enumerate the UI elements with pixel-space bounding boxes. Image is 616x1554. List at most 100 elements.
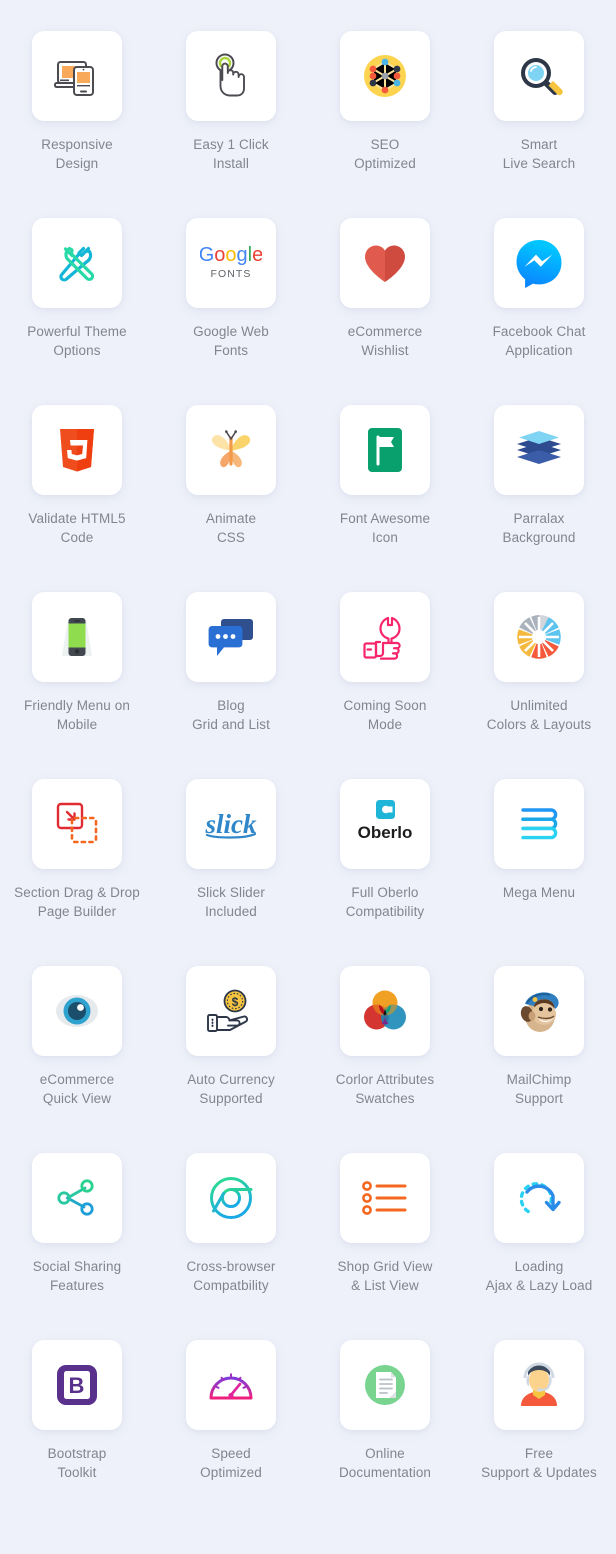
feature-label: Shop Grid View & List View xyxy=(337,1259,433,1293)
feature-label: eCommerce Quick View xyxy=(39,1072,115,1106)
feature-label: Corlor Attributes Swatches xyxy=(335,1072,435,1106)
feature-label: Parralax Background xyxy=(502,511,576,545)
feature-cell[interactable]: Facebook Chat Application xyxy=(462,218,616,405)
feature-cell[interactable]: Parralax Background xyxy=(462,405,616,592)
feature-label: Google Web Fonts xyxy=(193,324,269,358)
feature-cell[interactable]: eCommerce Wishlist xyxy=(308,218,462,405)
feature-label: Mega Menu xyxy=(502,885,576,900)
features-grid: Responsive Design Easy 1 Click Install S… xyxy=(0,0,616,1527)
feature-label: Blog Grid and List xyxy=(192,698,270,732)
feature-label: Online Documentation xyxy=(338,1446,432,1480)
document-page-icon[interactable] xyxy=(340,1340,430,1430)
screwdriver-wrench-tools-icon[interactable] xyxy=(32,218,122,308)
seo-network-nodes-icon[interactable] xyxy=(340,31,430,121)
feature-cell[interactable]: Online Documentation xyxy=(308,1340,462,1527)
feature-label: Coming Soon Mode xyxy=(343,698,427,732)
google-fonts-logo-icon[interactable]: Google FONTS xyxy=(186,218,276,308)
share-nodes-icon[interactable] xyxy=(32,1153,122,1243)
color-swatch-circles-icon[interactable] xyxy=(340,966,430,1056)
feature-label: Auto Currency Supported xyxy=(187,1072,275,1106)
feature-cell[interactable]: Coming Soon Mode xyxy=(308,592,462,779)
feature-cell[interactable]: B Bootstrap Toolkit xyxy=(0,1340,154,1527)
feature-cell[interactable]: Section Drag & Drop Page Builder xyxy=(0,779,154,966)
feature-cell[interactable]: Easy 1 Click Install xyxy=(154,31,308,218)
feature-cell[interactable]: Blog Grid and List xyxy=(154,592,308,779)
feature-label: Font Awesome Icon xyxy=(339,511,431,545)
thumb-up-wrench-icon[interactable] xyxy=(340,592,430,682)
feature-label: Validate HTML5 Code xyxy=(28,511,126,545)
feature-label: Friendly Menu on Mobile xyxy=(24,698,130,732)
magnifier-search-icon[interactable] xyxy=(494,31,584,121)
chat-bubbles-blog-icon[interactable] xyxy=(186,592,276,682)
feature-cell[interactable]: eCommerce Quick View xyxy=(0,966,154,1153)
feature-cell[interactable]: Oberlo Full Oberlo Compatibility xyxy=(308,779,462,966)
svg-text:Oberlo: Oberlo xyxy=(358,823,413,842)
drag-drop-section-icon[interactable] xyxy=(32,779,122,869)
color-wheel-icon[interactable] xyxy=(494,592,584,682)
bootstrap-logo-icon[interactable]: B xyxy=(32,1340,122,1430)
mobile-phone-menu-icon[interactable] xyxy=(32,592,122,682)
feature-cell[interactable]: Unlimited Colors & Layouts xyxy=(462,592,616,779)
feature-label: Loading Ajax & Lazy Load xyxy=(485,1259,593,1293)
feature-cell[interactable]: Loading Ajax & Lazy Load xyxy=(462,1153,616,1340)
feature-label: Speed Optimized xyxy=(200,1446,262,1480)
feature-cell[interactable]: Font Awesome Icon xyxy=(308,405,462,592)
feature-cell[interactable]: Shop Grid View & List View xyxy=(308,1153,462,1340)
feature-cell[interactable]: SEO Optimized xyxy=(308,31,462,218)
feature-label: eCommerce Wishlist xyxy=(347,324,423,358)
feature-cell[interactable]: Social Sharing Features xyxy=(0,1153,154,1340)
svg-text:slick: slick xyxy=(205,809,257,839)
html5-shield-icon[interactable] xyxy=(32,405,122,495)
feature-label: Bootstrap Toolkit xyxy=(47,1446,107,1480)
feature-cell[interactable]: $ Auto Currency Supported xyxy=(154,966,308,1153)
eye-quick-view-icon[interactable] xyxy=(32,966,122,1056)
feature-cell[interactable]: slick Slick Slider Included xyxy=(154,779,308,966)
feature-cell[interactable]: Responsive Design xyxy=(0,31,154,218)
feature-label: Smart Live Search xyxy=(502,137,576,171)
stacked-layers-icon[interactable] xyxy=(494,405,584,495)
mega-menu-lines-icon[interactable] xyxy=(494,779,584,869)
facebook-messenger-icon[interactable] xyxy=(494,218,584,308)
svg-text:FONTS: FONTS xyxy=(210,268,251,280)
feature-cell[interactable]: Validate HTML5 Code xyxy=(0,405,154,592)
mailchimp-monkey-icon[interactable] xyxy=(494,966,584,1056)
responsive-devices-icon[interactable] xyxy=(32,31,122,121)
feature-label: Cross-browser Compatbility xyxy=(186,1259,276,1293)
feature-cell[interactable]: Animate CSS xyxy=(154,405,308,592)
feature-cell[interactable]: Google FONTS Google Web Fonts xyxy=(154,218,308,405)
feature-cell[interactable]: Smart Live Search xyxy=(462,31,616,218)
heart-wishlist-icon[interactable] xyxy=(340,218,430,308)
slick-slider-logo-icon[interactable]: slick xyxy=(186,779,276,869)
feature-label: Facebook Chat Application xyxy=(492,324,586,358)
loading-refresh-arrow-icon[interactable] xyxy=(494,1153,584,1243)
list-grid-view-icon[interactable] xyxy=(340,1153,430,1243)
feature-cell[interactable]: MailChimp Support xyxy=(462,966,616,1153)
chrome-browser-icon[interactable] xyxy=(186,1153,276,1243)
feature-cell[interactable]: Friendly Menu on Mobile xyxy=(0,592,154,779)
butterfly-animate-icon[interactable] xyxy=(186,405,276,495)
svg-text:$: $ xyxy=(232,995,239,1009)
feature-label: Full Oberlo Compatibility xyxy=(345,885,425,919)
feature-cell[interactable]: Powerful Theme Options xyxy=(0,218,154,405)
feature-label: Easy 1 Click Install xyxy=(193,137,269,171)
feature-cell[interactable]: Speed Optimized xyxy=(154,1340,308,1527)
support-agent-headset-icon[interactable] xyxy=(494,1340,584,1430)
feature-label: Powerful Theme Options xyxy=(27,324,127,358)
feature-label: SEO Optimized xyxy=(354,137,416,171)
feature-label: Section Drag & Drop Page Builder xyxy=(14,885,140,919)
feature-cell[interactable]: Mega Menu xyxy=(462,779,616,966)
feature-cell[interactable]: Cross-browser Compatbility xyxy=(154,1153,308,1340)
feature-label: Unlimited Colors & Layouts xyxy=(486,698,592,732)
hand-coin-currency-icon[interactable]: $ xyxy=(186,966,276,1056)
feature-label: Social Sharing Features xyxy=(32,1259,122,1293)
speedometer-gauge-icon[interactable] xyxy=(186,1340,276,1430)
oberlo-logo-icon[interactable]: Oberlo xyxy=(340,779,430,869)
feature-label: Slick Slider Included xyxy=(197,885,265,919)
feature-label: Free Support & Updates xyxy=(481,1446,597,1480)
feature-cell[interactable]: Corlor Attributes Swatches xyxy=(308,966,462,1153)
flag-font-awesome-icon[interactable] xyxy=(340,405,430,495)
tap-click-hand-icon[interactable] xyxy=(186,31,276,121)
feature-label: Animate CSS xyxy=(205,511,257,545)
feature-cell[interactable]: Free Support & Updates xyxy=(462,1340,616,1527)
svg-text:Google: Google xyxy=(200,244,262,266)
